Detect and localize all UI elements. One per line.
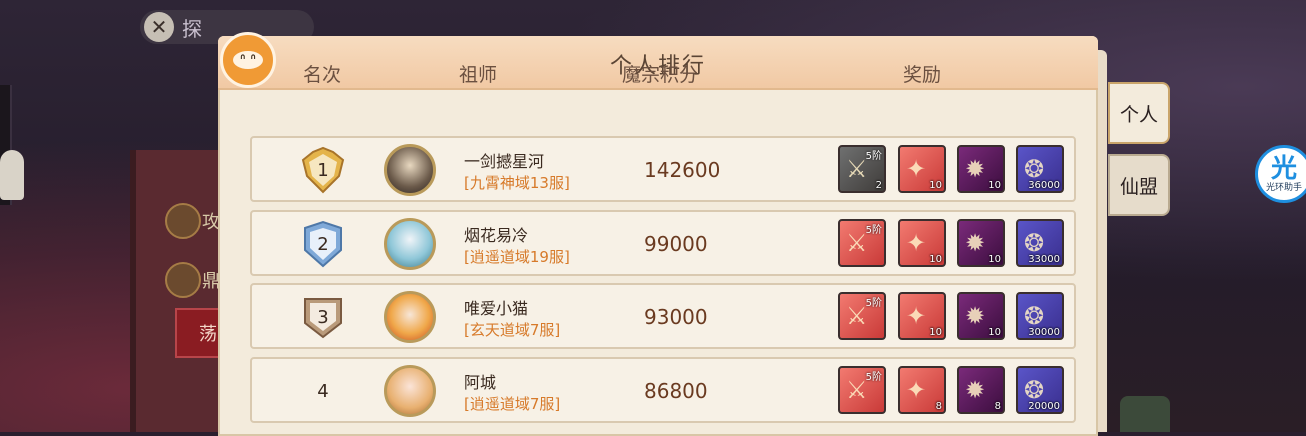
column-header-score: 魔宗积分 xyxy=(622,64,699,86)
reward-dark-flame-icon[interactable]: ✹ 8 xyxy=(957,366,1005,414)
ranking-row[interactable]: 1 一剑撼星河 [九霄神域13服] 142600 ⚔ 5阶 2 ✦ 10 ✹ 10 ❂ 3… xyxy=(250,136,1076,202)
player-name: 唯爱小猫 xyxy=(464,299,529,318)
ranking-row[interactable]: 3 唯爱小猫 [玄天道域7服] 93000 ⚔ 5阶 ✦ 10 ✹ 10 ❂ 30000 xyxy=(250,283,1076,349)
bronze-rank-badge-icon: 3 xyxy=(299,293,347,341)
reward-dark-flame-icon[interactable]: ✹ 10 xyxy=(957,219,1005,267)
reward-fire-icon[interactable]: ✦ 8 xyxy=(898,366,946,414)
fox-mascot-icon: ᐢ ᐢ xyxy=(220,32,276,88)
rank-number: 4 xyxy=(317,380,329,402)
helper-logo-icon: 光 xyxy=(1270,154,1297,184)
reward-gear-icon[interactable]: ⚔ 5阶 xyxy=(838,366,886,414)
background-side-icon-2[interactable] xyxy=(165,262,201,298)
rank-badge: 4 xyxy=(299,367,347,415)
player-score: 86800 xyxy=(644,379,708,403)
player-name: 烟花易冷 xyxy=(464,226,529,245)
background-character xyxy=(0,150,24,200)
rank-number: 2 xyxy=(317,233,329,255)
reward-gear-icon[interactable]: ⚔ 5阶 xyxy=(838,219,886,267)
avatar[interactable] xyxy=(384,218,436,270)
background-side-icon-1[interactable] xyxy=(165,203,201,239)
column-header-rank: 名次 xyxy=(303,64,342,86)
ranking-row[interactable]: 4 阿城 [逍遥道域7服] 86800 ⚔ 5阶 ✦ 8 ✹ 8 ❂ 20000 xyxy=(250,357,1076,423)
silver-rank-badge-icon: 2 xyxy=(299,220,347,268)
reward-treasure-icon[interactable]: ❂ 30000 xyxy=(1016,292,1064,340)
reward-treasure-icon[interactable]: ❂ 33000 xyxy=(1016,219,1064,267)
helper-float-button[interactable]: 光 光环助手 xyxy=(1255,145,1306,203)
player-server: [九霄神域13服] xyxy=(464,174,570,192)
close-icon[interactable]: ✕ xyxy=(144,12,174,42)
tab-personal[interactable]: 个人 xyxy=(1108,82,1170,144)
player-score: 99000 xyxy=(644,232,708,256)
ranking-row[interactable]: 2 烟花易冷 [逍遥道域19服] 99000 ⚔ 5阶 ✦ 10 ✹ 10 ❂ 3300… xyxy=(250,210,1076,276)
reward-treasure-icon[interactable]: ❂ 36000 xyxy=(1016,145,1064,193)
reward-dark-flame-icon[interactable]: ✹ 10 xyxy=(957,145,1005,193)
reward-fire-icon[interactable]: ✦ 10 xyxy=(898,145,946,193)
rank-number: 3 xyxy=(317,306,329,328)
avatar[interactable] xyxy=(384,144,436,196)
column-header-rewards: 奖励 xyxy=(903,64,942,86)
player-server: [逍遥道域7服] xyxy=(464,395,561,413)
reward-gear-icon[interactable]: ⚔ 5阶 xyxy=(838,292,886,340)
background-red-label: 荡 xyxy=(199,324,217,345)
reward-treasure-icon[interactable]: ❂ 20000 xyxy=(1016,366,1064,414)
column-header-founder: 祖师 xyxy=(459,64,498,86)
reward-gear-icon[interactable]: ⚔ 5阶 2 xyxy=(838,145,886,193)
player-score: 93000 xyxy=(644,305,708,329)
avatar[interactable] xyxy=(384,291,436,343)
player-score: 142600 xyxy=(644,158,721,182)
gold-rank-badge-icon: 1 xyxy=(299,146,347,194)
player-server: [玄天道域7服] xyxy=(464,321,561,339)
background-search-label: 探 xyxy=(182,16,202,41)
helper-label: 光环助手 xyxy=(1265,183,1302,193)
reward-fire-icon[interactable]: ✦ 10 xyxy=(898,292,946,340)
player-name: 阿城 xyxy=(464,373,497,392)
rank-number: 1 xyxy=(317,159,329,181)
tab-alliance[interactable]: 仙盟 xyxy=(1108,154,1170,216)
reward-fire-icon[interactable]: ✦ 10 xyxy=(898,219,946,267)
reward-dark-flame-icon[interactable]: ✹ 10 xyxy=(957,292,1005,340)
avatar[interactable] xyxy=(384,365,436,417)
background-chest-icon[interactable] xyxy=(1120,396,1170,432)
player-server: [逍遥道域19服] xyxy=(464,248,570,266)
player-name: 一剑撼星河 xyxy=(464,152,545,171)
